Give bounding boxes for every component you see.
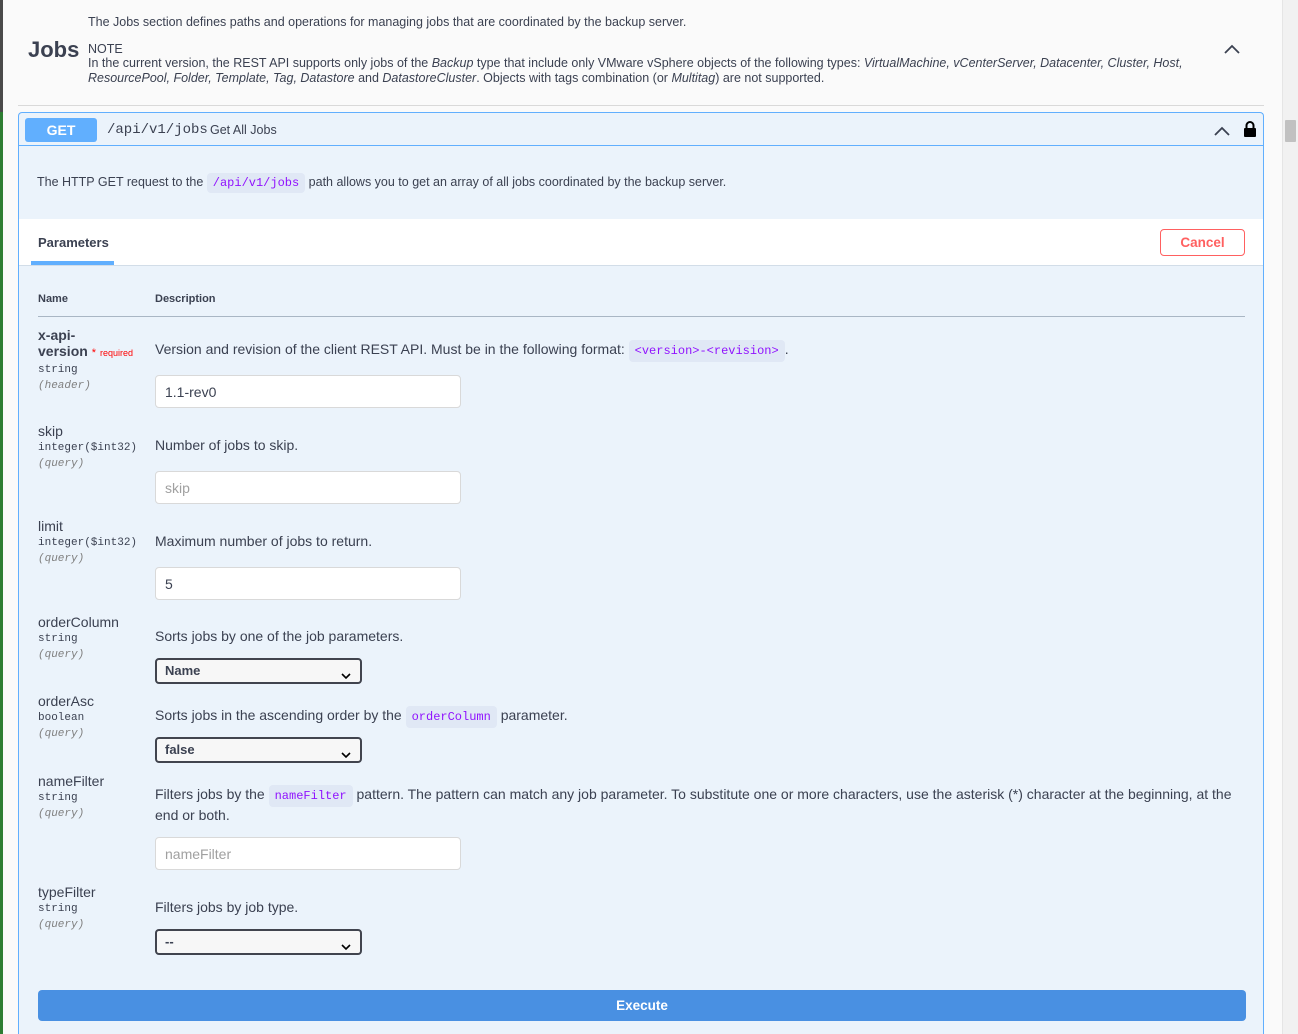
operation-description: The HTTP GET request to the /api/v1/jobs… [37,173,726,193]
execute-button[interactable]: Execute [38,990,1246,1021]
operation-get-all-jobs: GET /api/v1/jobs Get All Jobs The HTTP G… [18,112,1264,1034]
chevron-down-icon [341,937,351,951]
param-row-order-column: orderColumn string (query) Sorts jobs by… [38,614,1245,684]
tab-active-indicator [31,261,114,265]
skip-input[interactable] [155,471,461,504]
param-description-text: parameter. [496,707,568,723]
chevron-down-icon [341,666,351,680]
left-edge-accent [0,0,3,1034]
method-badge: GET [25,118,97,142]
left-edge-segment-green [0,112,3,1034]
column-header-name: Name [38,293,68,305]
param-row-type-filter: typeFilter string (query) Filters jobs b… [38,884,1245,955]
select-value: false [165,742,195,757]
vertical-scrollbar[interactable] [1282,0,1298,1034]
param-description: Version and revision of the client REST … [155,340,1245,362]
param-name-line2: version [38,343,88,359]
chevron-up-icon[interactable] [1213,122,1231,140]
tab-parameters[interactable]: Parameters [38,235,109,250]
param-description-text: Filters jobs by the [155,786,269,802]
note-text-part: and [354,70,383,85]
param-description: Sorts jobs by one of the job parameters. [155,628,404,644]
param-name: limit [38,518,63,534]
tag-title[interactable]: Jobs [28,37,79,63]
param-name-line1: x-api- [38,327,76,343]
select-value: Name [165,663,201,678]
note-text-part: ) are not supported. [715,70,825,85]
param-description-code: orderColumn [405,706,497,728]
required-star: * [91,347,96,359]
param-row-limit: limit integer($int32) (query) Maximum nu… [38,518,1245,600]
param-description-text: Version and revision of the client REST … [155,341,629,357]
note-text-backup: Backup [431,56,474,70]
x-api-version-input[interactable] [155,375,461,408]
param-description-code: nameFilter [268,785,353,807]
param-location: (query) [38,553,85,565]
select-value: -- [165,934,174,949]
note-text: In the current version, the REST API sup… [88,56,1203,85]
param-row-skip: skip integer($int32) (query) Number of j… [38,423,1245,504]
note-text-part: type that include only VMware vSphere ob… [473,56,864,70]
tag-intro-text: The Jobs section defines paths and opera… [88,15,687,29]
description-text: path allows you to get an array of all j… [305,175,727,189]
header-divider [38,316,1245,317]
note-text-multitag: Multitag [671,70,716,85]
swagger-page: The Jobs section defines paths and opera… [0,0,1298,1034]
description-code: /api/v1/jobs [206,173,306,193]
jobs-tag-section[interactable]: The Jobs section defines paths and opera… [18,0,1264,106]
order-asc-select[interactable]: false [155,737,362,763]
note-label: NOTE [88,42,123,56]
param-name: typeFilter [38,884,96,900]
operation-summary-text: Get All Jobs [210,123,277,137]
param-description: Sorts jobs in the ascending order by the… [155,706,1245,728]
cancel-button[interactable]: Cancel [1160,229,1245,256]
note-text-part: In the current version, the REST API sup… [88,56,432,70]
param-description-text: . [784,341,789,357]
param-row-x-api-version: x-api-version * required string (header) … [38,327,1245,408]
left-edge-segment-dark [0,0,3,112]
scrollbar-thumb[interactable] [1285,120,1296,142]
limit-input[interactable] [155,567,461,600]
param-row-order-asc: orderAsc boolean (query) Sorts jobs in t… [38,693,1245,763]
param-description: Maximum number of jobs to return. [155,533,373,549]
chevron-down-icon [341,745,351,759]
param-description-code: <version>-<revision> [628,340,785,362]
column-header-description: Description [155,293,216,305]
note-text-part: . Objects with tags combination (or [476,70,672,85]
name-filter-input[interactable] [155,837,461,870]
operation-summary[interactable]: GET /api/v1/jobs Get All Jobs [19,113,1263,146]
param-description: Filters jobs by the nameFilter pattern. … [155,785,1245,823]
type-filter-select[interactable]: -- [155,929,362,955]
param-description: Number of jobs to skip. [155,437,299,453]
operation-path: /api/v1/jobs [107,122,208,138]
parameters-header: Parameters Cancel [19,219,1263,266]
chevron-up-icon[interactable] [1223,40,1241,58]
param-row-name-filter: nameFilter string (query) Filters jobs b… [38,773,1245,870]
param-description: Filters jobs by job type. [155,899,299,915]
param-location: (query) [38,458,85,470]
order-column-select[interactable]: Name [155,658,362,684]
param-description-text: Sorts jobs in the ascending order by the [155,707,406,723]
required-label: required [99,348,134,358]
description-text: The HTTP GET request to the [37,175,207,189]
lock-icon[interactable] [1243,120,1257,138]
note-text-dscluster: DatastoreCluster [382,70,477,85]
